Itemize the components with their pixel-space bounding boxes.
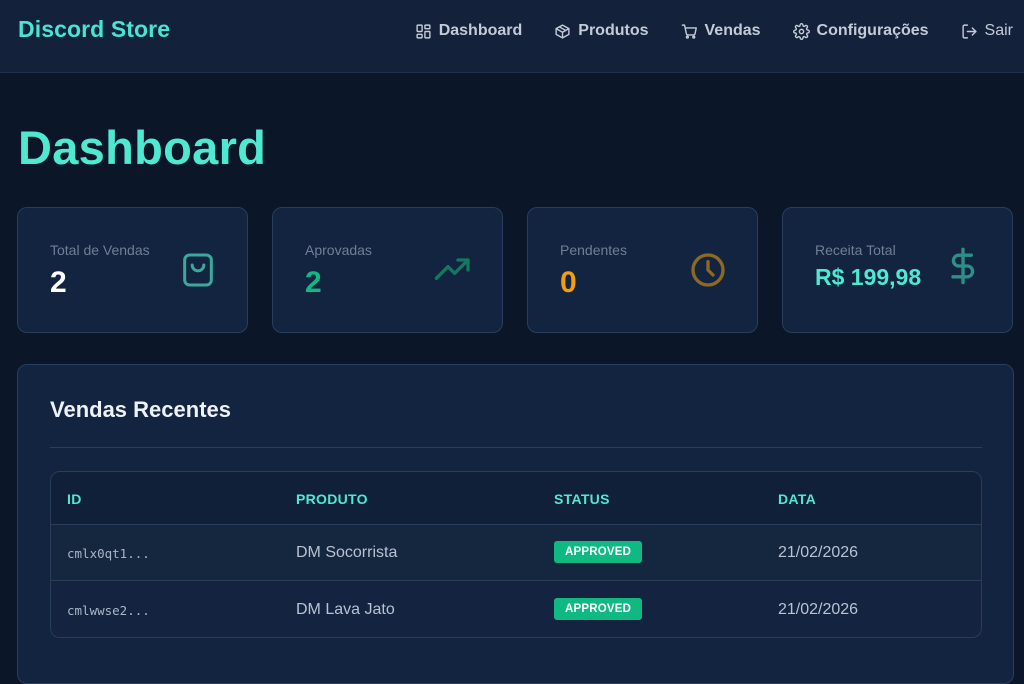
logout-icon xyxy=(961,23,977,39)
brand-logo-text[interactable]: Discord Store xyxy=(18,16,170,43)
cell-product: DM Lava Jato xyxy=(296,601,395,618)
top-navbar: Discord Store Dashboard Produtos Vendas … xyxy=(0,0,1024,73)
stat-value: 2 xyxy=(50,266,67,299)
nav-item-dashboard[interactable]: Dashboard xyxy=(415,22,523,40)
nav-label-dashboard: Dashboard xyxy=(438,22,523,39)
dollar-sign-icon xyxy=(951,247,975,285)
stat-label: Receita Total xyxy=(815,242,896,258)
stat-label: Total de Vendas xyxy=(50,242,150,258)
column-header-produto: PRODUTO xyxy=(296,491,368,507)
stat-card-total-vendas: Total de Vendas 2 xyxy=(17,207,248,333)
section-title: Vendas Recentes xyxy=(50,397,231,422)
cell-id: cmlwwse2... xyxy=(67,603,150,618)
status-badge: APPROVED xyxy=(554,541,643,563)
table-row[interactable]: cmlwwse2... DM Lava Jato APPROVED 21/02/… xyxy=(51,582,981,637)
table-header: ID PRODUTO STATUS DATA xyxy=(51,472,981,525)
shopping-bag-icon xyxy=(183,253,213,287)
stat-card-receita-total: Receita Total R$ 199,98 xyxy=(782,207,1013,333)
main-nav: Dashboard Produtos Vendas Configurações … xyxy=(415,0,1024,62)
nav-label-sair: Sair xyxy=(984,22,1013,39)
cell-product: DM Socorrista xyxy=(296,544,398,561)
clock-icon xyxy=(691,253,725,287)
package-icon xyxy=(555,23,570,39)
trending-up-icon xyxy=(434,258,470,280)
stat-label: Pendentes xyxy=(560,242,627,258)
column-header-data: DATA xyxy=(778,491,817,507)
nav-label-produtos: Produtos xyxy=(578,22,649,39)
nav-item-produtos[interactable]: Produtos xyxy=(554,22,649,40)
stat-card-pendentes: Pendentes 0 xyxy=(527,207,758,333)
nav-item-vendas[interactable]: Vendas xyxy=(681,22,761,40)
stat-value: 2 xyxy=(305,266,322,299)
nav-label-vendas: Vendas xyxy=(704,22,761,39)
stat-label: Aprovadas xyxy=(305,242,372,258)
nav-label-configuracoes: Configurações xyxy=(816,22,929,39)
sales-table: ID PRODUTO STATUS DATA cmlx0qt1... DM So… xyxy=(50,471,982,638)
cell-date: 21/02/2026 xyxy=(778,544,859,561)
stat-value: R$ 199,98 xyxy=(815,264,922,290)
nav-item-configuracoes[interactable]: Configurações xyxy=(792,22,929,40)
column-header-status: STATUS xyxy=(554,491,610,507)
divider xyxy=(50,447,982,448)
page-title: Dashboard xyxy=(18,121,267,174)
dashboard-grid-icon xyxy=(416,23,431,39)
shopping-cart-icon xyxy=(681,23,697,39)
stat-card-aprovadas: Aprovadas 2 xyxy=(272,207,503,333)
cell-date: 21/02/2026 xyxy=(778,601,859,618)
gear-icon xyxy=(792,22,810,40)
column-header-id: ID xyxy=(67,491,82,507)
recent-sales-card: Vendas Recentes ID PRODUTO STATUS DATA c… xyxy=(17,364,1014,684)
nav-item-sair[interactable]: Sair xyxy=(961,22,1013,40)
status-badge: APPROVED xyxy=(554,598,643,620)
stat-value: 0 xyxy=(560,266,577,299)
table-row[interactable]: cmlx0qt1... DM Socorrista APPROVED 21/02… xyxy=(51,525,981,581)
cell-id: cmlx0qt1... xyxy=(67,546,150,561)
